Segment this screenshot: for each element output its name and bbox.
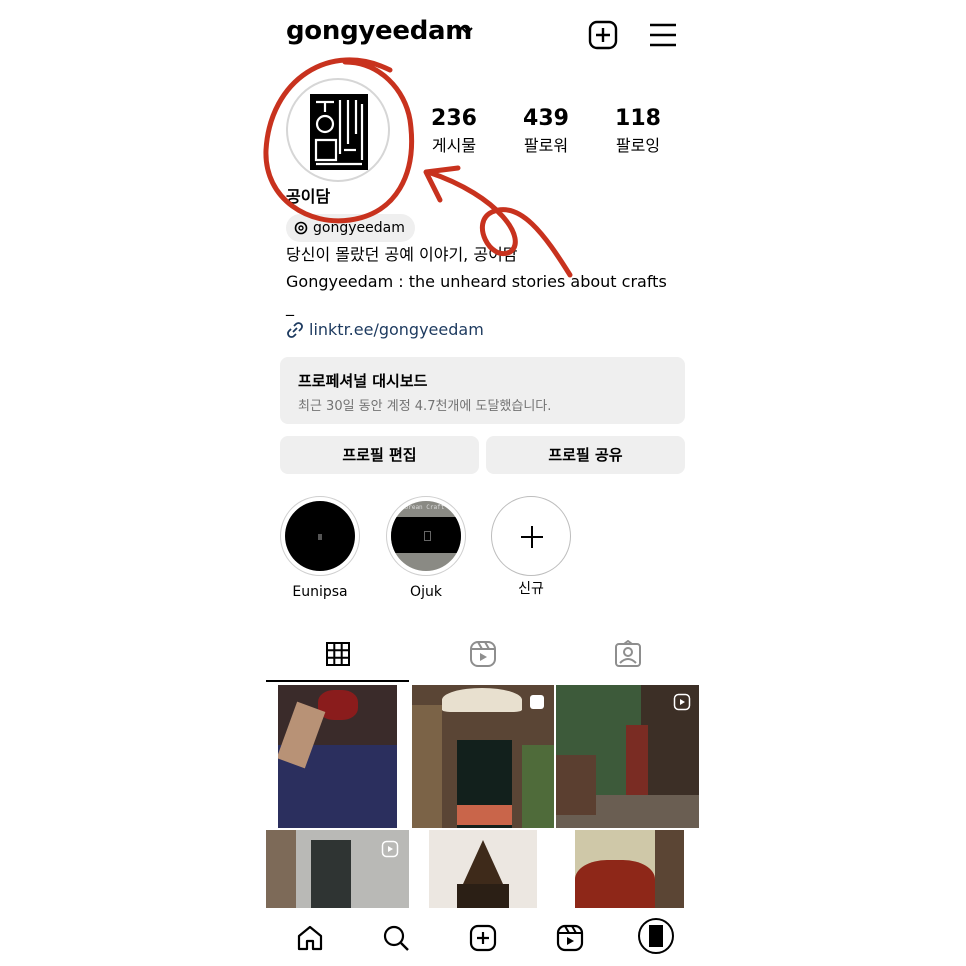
annotation-circle xyxy=(263,57,415,224)
annotation-arrow-shaft xyxy=(425,169,573,278)
annotation-overlay xyxy=(263,57,573,278)
